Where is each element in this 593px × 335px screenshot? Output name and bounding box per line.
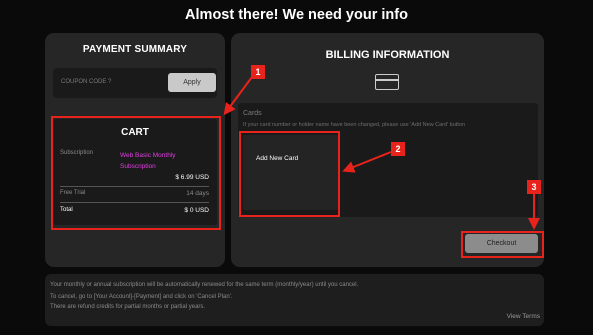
annotation-arrows [223, 76, 540, 230]
arrow-1 [223, 76, 253, 116]
arrow-2 [342, 151, 392, 173]
